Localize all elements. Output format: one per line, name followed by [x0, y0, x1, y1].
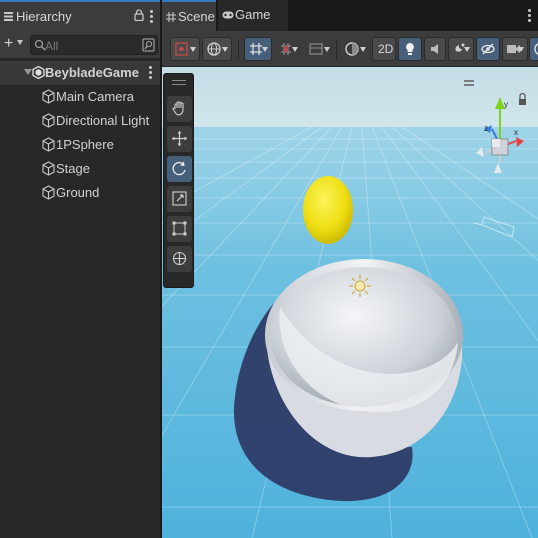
- tree-item-label: Directional Light: [56, 113, 150, 128]
- grid-snap-button[interactable]: [244, 37, 272, 61]
- hidden-objects-button[interactable]: [476, 37, 500, 61]
- chevron-down-icon: [292, 47, 298, 52]
- grid-icon: [166, 12, 176, 22]
- move-tool-icon: [172, 131, 187, 146]
- chevron-down-icon: [222, 47, 228, 52]
- rect-tool-button[interactable]: [167, 216, 192, 242]
- view-tool-button[interactable]: [167, 96, 192, 122]
- render-mode-icon: [309, 43, 323, 55]
- rotate-tool-icon: [172, 161, 186, 176]
- list-icon: [4, 12, 13, 21]
- scene-lighting-button[interactable]: [398, 37, 422, 61]
- tab-hierarchy[interactable]: Hierarchy: [0, 0, 160, 31]
- expand-arrow-icon[interactable]: [24, 69, 32, 75]
- hierarchy-tab-label: Hierarchy: [16, 9, 72, 24]
- svg-text:x: x: [514, 128, 518, 137]
- lighting-icon: [406, 43, 414, 55]
- scene-camera-button[interactable]: [502, 37, 528, 61]
- scene-menu-icon[interactable]: [528, 9, 532, 23]
- rotate-tool-button[interactable]: [167, 156, 192, 182]
- transform-tool-button[interactable]: [167, 246, 192, 272]
- scene-menu-icon[interactable]: [149, 66, 153, 80]
- tree-item-label: BeybladeGame: [45, 65, 139, 80]
- tree-item-main-camera[interactable]: Main Camera: [0, 85, 160, 109]
- tree-item-stage[interactable]: Stage: [0, 157, 160, 181]
- transform-tool-icon: [172, 251, 187, 266]
- draw-mode-icon: [175, 42, 188, 56]
- gameobject-cube-icon: [42, 185, 55, 200]
- gizmos-icon: [534, 43, 538, 55]
- directional-light-gizmo[interactable]: [349, 275, 371, 297]
- hierarchy-search-input[interactable]: All: [30, 35, 158, 55]
- move-tool-button[interactable]: [167, 126, 192, 152]
- scene-tab-label: Scene: [178, 9, 215, 24]
- gameobject-cube-icon: [42, 161, 55, 176]
- toolbar-separator: [336, 39, 337, 59]
- hierarchy-tabbar: Hierarchy: [0, 0, 160, 31]
- chevron-down-icon: [464, 47, 470, 52]
- toolbar-separator: [238, 39, 239, 59]
- hierarchy-panel: Hierarchy + All BeybladeGame Main Camera…: [0, 0, 160, 538]
- sphere-object[interactable]: [303, 176, 353, 244]
- search-filter-icon[interactable]: [142, 38, 155, 52]
- global-local-button[interactable]: [202, 37, 232, 61]
- scale-tool-button[interactable]: [167, 186, 192, 212]
- palette-grip[interactable]: [172, 80, 186, 85]
- shading-mode-button[interactable]: [340, 37, 370, 61]
- tree-item-label: 1PSphere: [56, 137, 114, 152]
- chevron-down-icon: [360, 47, 366, 52]
- snap-increment-button[interactable]: [274, 37, 302, 61]
- scene-render: z y x: [162, 67, 538, 538]
- search-placeholder: All: [45, 39, 59, 53]
- tree-item-ground[interactable]: Ground: [0, 181, 160, 205]
- unity-editor: Hierarchy + All BeybladeGame Main Camera…: [0, 0, 538, 538]
- rect-tool-icon: [172, 221, 187, 236]
- hidden-objects-icon: [481, 43, 495, 55]
- view-tool-icon: [172, 101, 184, 116]
- lock-icon[interactable]: [134, 9, 144, 21]
- tab-game[interactable]: Game: [218, 0, 288, 31]
- tree-item-directional-light[interactable]: Directional Light: [0, 109, 160, 133]
- scene-audio-button[interactable]: [424, 37, 446, 61]
- chevron-down-icon: [518, 47, 524, 52]
- scene-effects-button[interactable]: [448, 37, 474, 61]
- chevron-down-icon[interactable]: [17, 40, 23, 45]
- gameobject-cube-icon: [42, 113, 55, 128]
- draw-mode-button[interactable]: [170, 37, 200, 61]
- gameobject-cube-icon: [42, 137, 55, 152]
- scene-toolbar: 2D: [162, 31, 538, 67]
- add-object-button[interactable]: +: [4, 35, 13, 53]
- tree-item-beybladegame[interactable]: BeybladeGame: [0, 61, 160, 85]
- scene-viewport[interactable]: z y x: [162, 67, 538, 538]
- tree-item-label: Main Camera: [56, 89, 135, 104]
- tree-item-label: Ground: [56, 185, 100, 200]
- unity-scene-icon: [32, 66, 45, 79]
- tool-palette: [163, 73, 194, 288]
- gameobject-cube-icon: [42, 89, 55, 104]
- tree-item-1psphere[interactable]: 1PSphere: [0, 133, 160, 157]
- gamepad-icon: [222, 11, 234, 19]
- game-tab-label: Game: [235, 7, 271, 22]
- hierarchy-menu-icon[interactable]: [150, 10, 154, 24]
- 2d-mode-button[interactable]: 2D: [372, 37, 396, 61]
- hierarchy-toolbar: + All: [0, 31, 160, 59]
- tree-item-label: Stage: [56, 161, 90, 176]
- chevron-down-icon: [262, 47, 268, 52]
- global-icon: [207, 42, 221, 56]
- tab-scene[interactable]: Scene: [162, 0, 216, 31]
- chevron-down-icon: [324, 47, 330, 52]
- svg-text:z: z: [484, 124, 488, 133]
- audio-icon: [431, 44, 438, 54]
- 2d-mode-label: 2D: [378, 42, 394, 56]
- scene-tabbar: Scene Game: [162, 0, 538, 31]
- shading-icon: [345, 42, 359, 56]
- svg-text:y: y: [504, 100, 508, 109]
- chevron-down-icon: [190, 47, 196, 52]
- gizmos-button[interactable]: [529, 37, 538, 61]
- render-mode-button[interactable]: [304, 37, 334, 61]
- scale-tool-icon: [172, 191, 187, 206]
